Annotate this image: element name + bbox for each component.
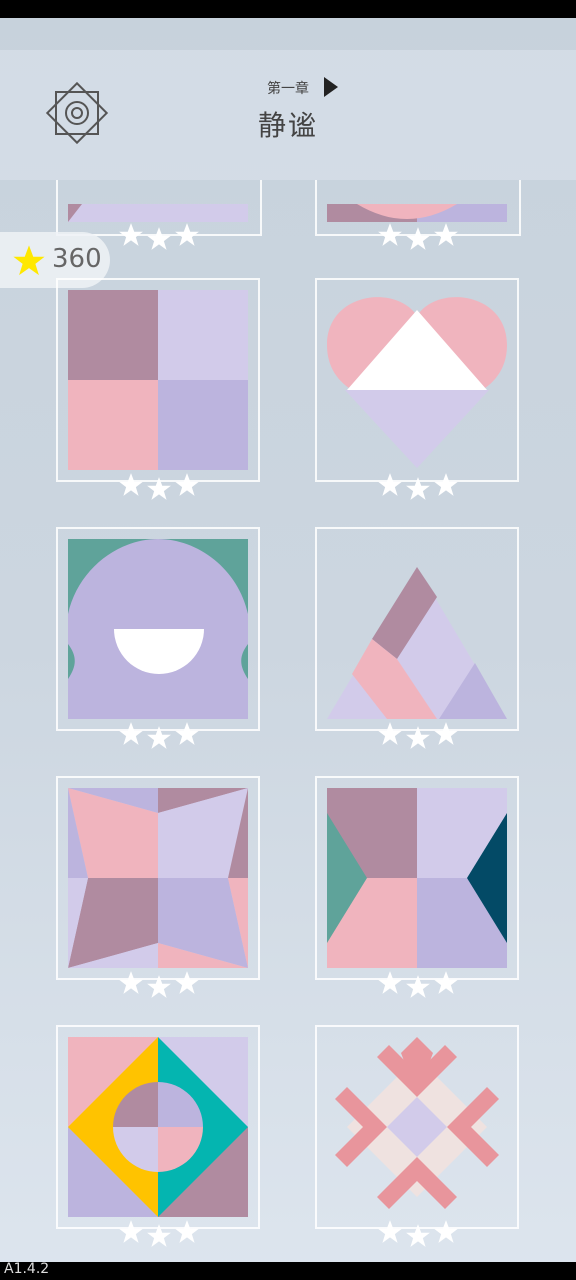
star-icon <box>119 722 143 745</box>
level-card-1[interactable] <box>56 278 260 482</box>
star-icon <box>119 1220 143 1243</box>
star-icon <box>434 223 458 246</box>
level-card-3[interactable] <box>56 527 260 731</box>
star-icon <box>119 971 143 994</box>
level-art <box>68 290 248 470</box>
star-icon <box>175 971 199 994</box>
star-icon <box>147 726 171 749</box>
star-icon <box>147 1224 171 1247</box>
star-icon <box>175 223 199 246</box>
star-rating <box>377 222 461 250</box>
chapter-label: 第一章 <box>267 81 309 97</box>
star-icon <box>378 1220 402 1243</box>
level-art <box>327 567 507 719</box>
star-rating <box>118 1219 202 1247</box>
star-icon <box>406 477 430 500</box>
star-rating <box>118 721 202 749</box>
star-rating <box>377 1219 461 1247</box>
navigation-bar <box>0 1262 576 1280</box>
level-card-8[interactable] <box>315 1025 519 1229</box>
level-art <box>68 788 248 968</box>
version-label: A1.4.2 <box>4 1261 50 1277</box>
star-rating <box>377 721 461 749</box>
level-card-6[interactable] <box>315 776 519 980</box>
star-rating <box>377 970 461 998</box>
star-icon <box>378 971 402 994</box>
star-icon <box>434 722 458 745</box>
score-value: 360 <box>52 244 102 274</box>
level-card-5[interactable] <box>56 776 260 980</box>
star-icon <box>434 971 458 994</box>
star-icon <box>406 975 430 998</box>
level-card-4[interactable] <box>315 527 519 731</box>
next-chapter-arrow-icon[interactable] <box>322 76 340 98</box>
star-icon <box>406 1224 430 1247</box>
star-icon <box>406 726 430 749</box>
level-art <box>327 788 507 968</box>
star-rating <box>118 472 202 500</box>
star-icon <box>175 1220 199 1243</box>
star-icon <box>378 223 402 246</box>
status-bar <box>0 0 576 18</box>
level-art <box>68 539 248 719</box>
star-icon <box>406 227 430 250</box>
star-icon <box>147 975 171 998</box>
level-card-7[interactable] <box>56 1025 260 1229</box>
level-art <box>327 297 507 468</box>
level-art <box>68 1037 248 1217</box>
star-icon <box>147 477 171 500</box>
page-title: 静谧 <box>257 109 318 142</box>
star-icon <box>147 227 171 250</box>
level-card-2[interactable] <box>315 278 519 482</box>
level-art <box>335 1037 499 1209</box>
star-icon <box>434 473 458 496</box>
star-icon <box>119 473 143 496</box>
star-icon <box>13 245 45 276</box>
star-icon <box>378 473 402 496</box>
star-icon <box>175 473 199 496</box>
star-rating <box>118 222 202 250</box>
star-rating <box>377 472 461 500</box>
star-icon <box>119 223 143 246</box>
star-icon <box>434 1220 458 1243</box>
star-icon <box>175 722 199 745</box>
star-rating <box>118 970 202 998</box>
star-icon <box>378 722 402 745</box>
